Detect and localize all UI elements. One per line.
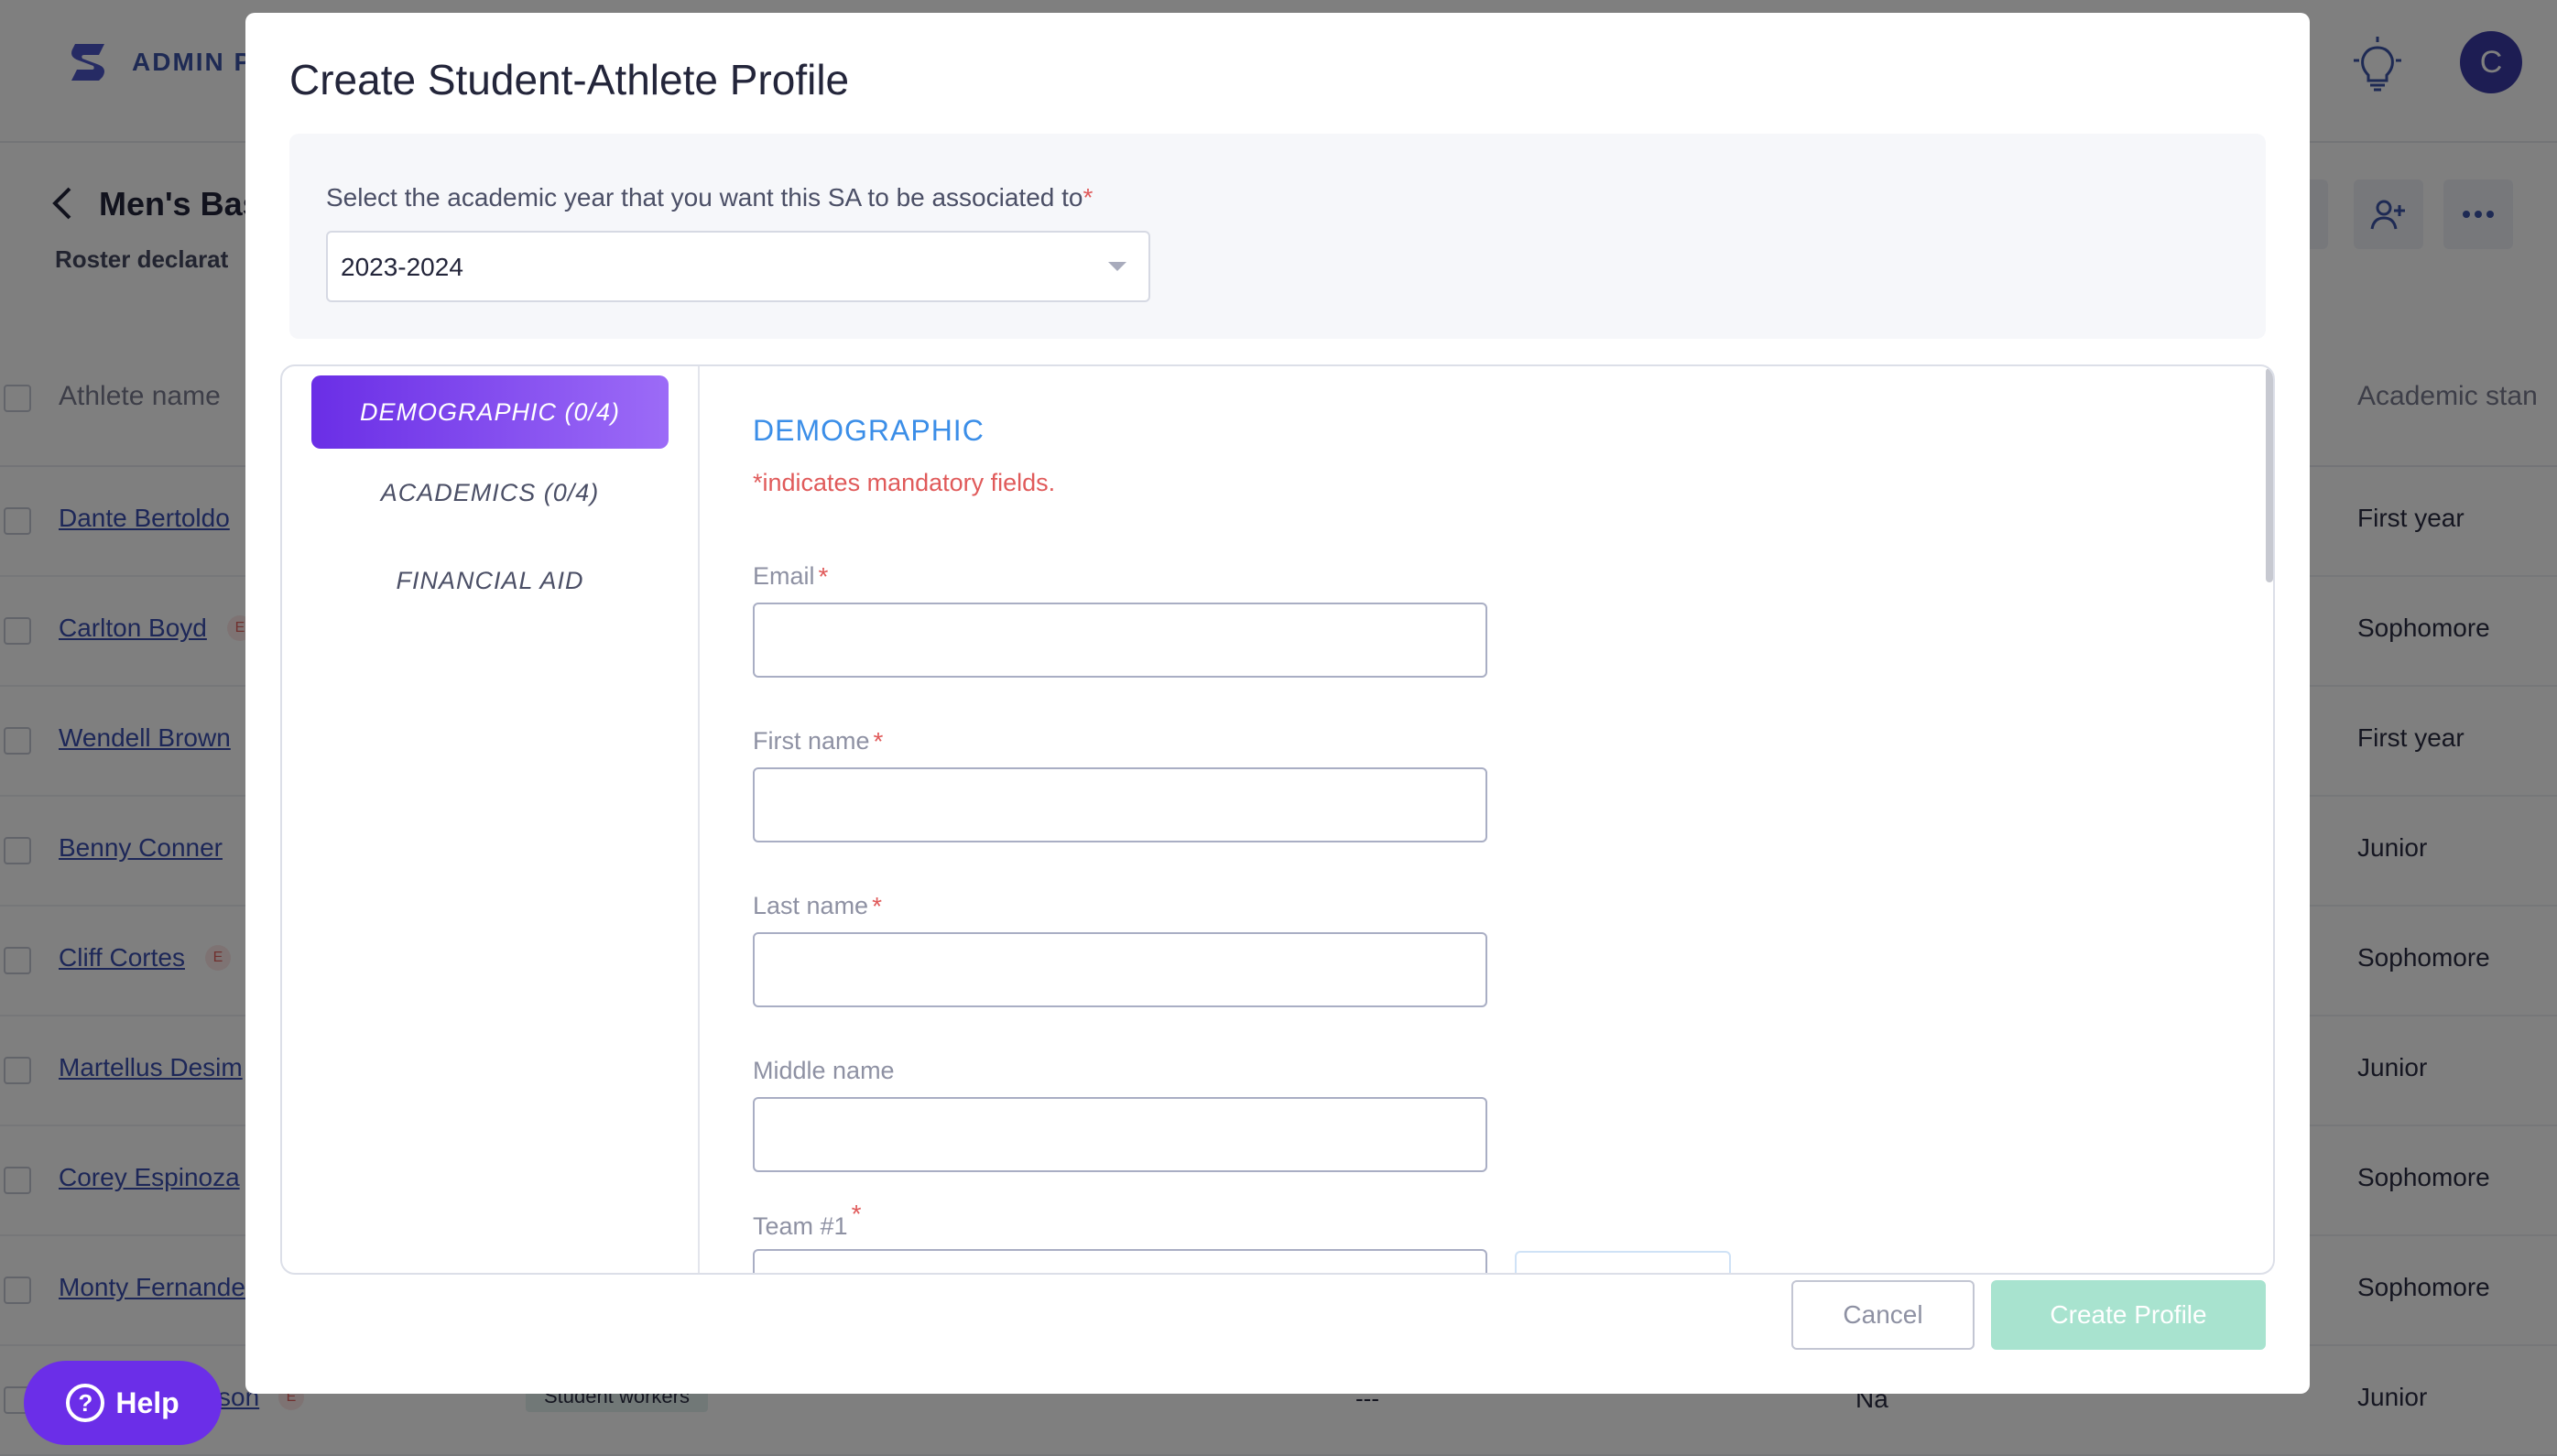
- first-name-label: First name *: [753, 727, 884, 755]
- last-name-field[interactable]: [753, 932, 1487, 1007]
- create-profile-button[interactable]: Create Profile: [1991, 1280, 2266, 1350]
- academic-year-panel: Select the academic year that you want t…: [289, 134, 2266, 339]
- caret-down-icon: [1108, 262, 1126, 271]
- team-action-button[interactable]: [1515, 1251, 1731, 1273]
- required-mark: *: [1083, 183, 1094, 212]
- academic-year-label: Select the academic year that you want t…: [326, 183, 1094, 212]
- help-icon: ?: [66, 1384, 105, 1422]
- first-name-field[interactable]: [753, 767, 1487, 842]
- cancel-button[interactable]: Cancel: [1791, 1280, 1975, 1350]
- academic-year-select[interactable]: 2023-2024: [326, 231, 1150, 302]
- middle-name-label: Middle name: [753, 1057, 895, 1084]
- last-name-label: Last name *: [753, 892, 882, 920]
- academic-year-value: 2023-2024: [341, 253, 463, 281]
- email-label: Email *: [753, 562, 829, 591]
- tab-academics[interactable]: ACADEMICS (0/4): [311, 456, 669, 529]
- section-title: DEMOGRAPHIC: [753, 414, 985, 447]
- mandatory-note: *indicates mandatory fields.: [753, 469, 1056, 496]
- required-mark: *: [851, 1200, 862, 1228]
- form-section-nav: DEMOGRAPHIC (0/4) ACADEMICS (0/4) FINANC…: [282, 366, 700, 1273]
- form-scrollbar[interactable]: [2266, 368, 2273, 582]
- modal-title: Create Student-Athlete Profile: [289, 56, 850, 103]
- team-label: Team #1 *: [753, 1200, 862, 1240]
- profile-form: DEMOGRAPHIC (0/4) ACADEMICS (0/4) FINANC…: [280, 364, 2275, 1275]
- form-content: DEMOGRAPHIC *indicates mandatory fields.…: [700, 366, 2273, 1273]
- middle-name-field[interactable]: [753, 1097, 1487, 1172]
- required-mark: *: [873, 727, 884, 755]
- required-mark: *: [818, 562, 829, 591]
- team-select[interactable]: [753, 1249, 1487, 1273]
- help-button[interactable]: ? Help: [24, 1361, 222, 1445]
- help-label: Help: [115, 1385, 180, 1419]
- tab-demographic[interactable]: DEMOGRAPHIC (0/4): [311, 375, 669, 449]
- tab-financial-aid[interactable]: FINANCIAL AID: [311, 544, 669, 617]
- required-mark: *: [872, 892, 882, 920]
- email-field[interactable]: [753, 603, 1487, 678]
- create-profile-modal: Create Student-Athlete Profile Select th…: [245, 13, 2310, 1394]
